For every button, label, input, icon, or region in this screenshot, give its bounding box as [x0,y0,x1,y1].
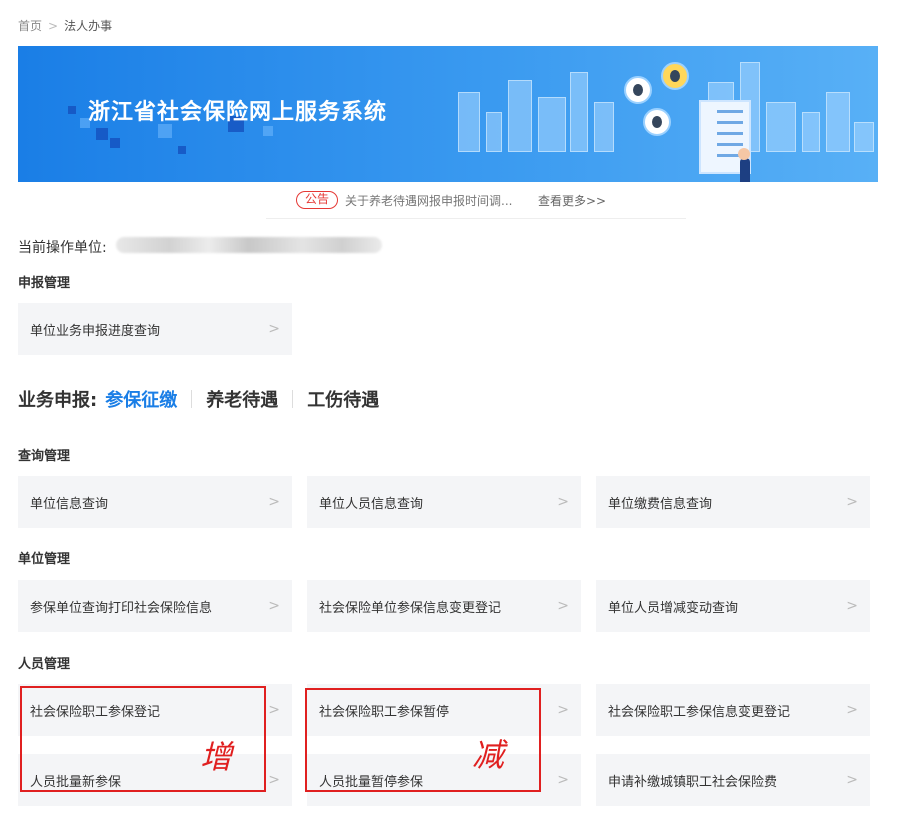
breadcrumb-current: 法人办事 [64,19,113,33]
card-unit-print-info[interactable]: 参保单位查询打印社会保险信息 > [18,580,292,632]
card-label: 社会保险单位参保信息变更登记 [319,600,502,616]
chevron-right-icon: > [268,772,280,788]
chevron-right-icon: > [557,598,569,614]
breadcrumb-separator: > [48,18,59,33]
section-heading-person: 人员管理 [18,657,71,672]
chevron-right-icon: > [846,772,858,788]
card-unit-info-change[interactable]: 社会保险单位参保信息变更登记 > [307,580,581,632]
tab-contribution[interactable]: 参保征缴 [105,386,191,412]
breadcrumb: 首页 > 法人办事 [18,17,112,34]
chevron-right-icon: > [268,598,280,614]
chevron-right-icon: > [268,494,280,510]
annotation-box-reduce [305,688,541,792]
card-label: 单位人员信息查询 [319,496,424,512]
current-unit-value-redacted [116,237,382,253]
banner-title: 浙江省社会保险网上服务系统 [88,100,388,125]
user-avatar-icon [624,76,652,104]
tab-pension[interactable]: 养老待遇 [192,386,292,412]
business-tabs: 业务申报: 参保征缴 养老待遇 工伤待遇 [18,386,393,412]
section-heading-query: 查询管理 [18,449,71,464]
annotation-add-text: 增 [200,738,233,776]
card-unit-info-query[interactable]: 单位信息查询 > [18,476,292,528]
card-label: 单位人员增减变动查询 [608,600,739,616]
notice-text[interactable]: 关于养老待遇网报申报时间调... [345,192,512,209]
chevron-right-icon: > [268,321,280,337]
person-figure-icon [738,148,750,182]
chevron-right-icon: > [846,598,858,614]
current-unit-label: 当前操作单位: [18,240,107,256]
chevron-right-icon: > [557,772,569,788]
card-label: 参保单位查询打印社会保险信息 [30,600,213,616]
notice-tag: 公告 [296,191,339,209]
annotation-reduce-text: 减 [472,736,505,774]
card-unit-staff-change-query[interactable]: 单位人员增减变动查询 > [596,580,870,632]
user-avatar-icon [643,108,671,136]
card-label: 单位业务申报进度查询 [30,323,161,339]
card-declare-progress[interactable]: 单位业务申报进度查询 > [18,303,292,355]
card-staff-info-change[interactable]: 社会保险职工参保信息变更登记 > [596,684,870,736]
section-heading-declare: 申报管理 [18,276,71,291]
card-label: 单位信息查询 [30,496,109,512]
chevron-right-icon: > [557,702,569,718]
chevron-right-icon: > [268,702,280,718]
card-label: 单位缴费信息查询 [608,496,713,512]
tab-injury[interactable]: 工伤待遇 [293,386,393,412]
card-label: 申请补缴城镇职工社会保险费 [608,774,778,790]
chevron-right-icon: > [846,702,858,718]
card-unit-staff-query[interactable]: 单位人员信息查询 > [307,476,581,528]
card-unit-payment-query[interactable]: 单位缴费信息查询 > [596,476,870,528]
breadcrumb-home[interactable]: 首页 [18,17,42,34]
banner: 浙江省社会保险网上服务系统 [18,46,878,182]
business-tabs-lead: 业务申报: [18,390,98,411]
chevron-right-icon: > [846,494,858,510]
card-apply-back-payment[interactable]: 申请补缴城镇职工社会保险费 > [596,754,870,806]
section-heading-unit: 单位管理 [18,552,71,567]
card-label: 社会保险职工参保信息变更登记 [608,704,791,720]
user-avatar-icon [661,62,689,90]
notice-bar: 公告 关于养老待遇网报申报时间调... 查看更多>> [266,191,686,219]
view-more-link[interactable]: 查看更多>> [538,192,658,209]
chevron-right-icon: > [557,494,569,510]
